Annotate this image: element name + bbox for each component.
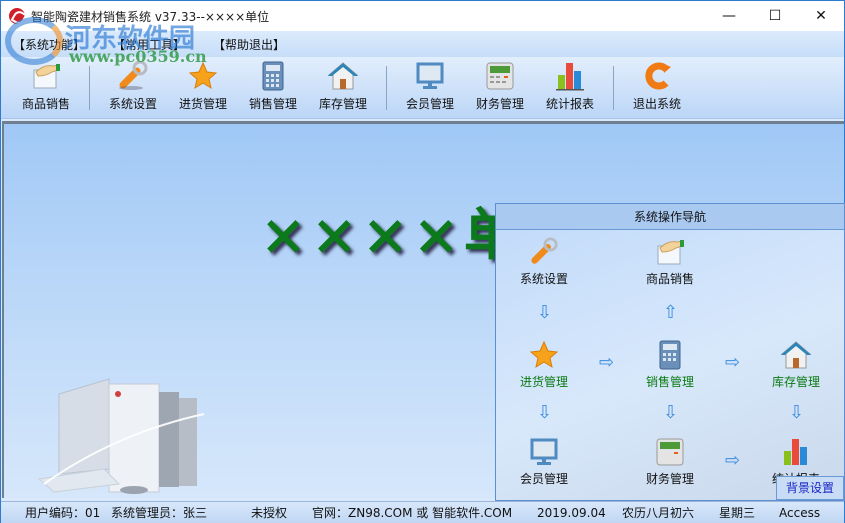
toolbar-label: 会员管理 [405, 97, 454, 111]
house-icon [326, 61, 360, 91]
status-license: 未授权 [251, 506, 288, 520]
toolbar-sales-button[interactable]: 销售管理 [238, 60, 308, 118]
monitor-icon [413, 61, 447, 91]
status-admin: 系统管理员：张三 [111, 506, 208, 520]
maximize-button[interactable]: ☐ [752, 1, 798, 31]
toolbar-label: 销售管理 [248, 97, 297, 111]
toolbar-product-sales-button[interactable]: 商品销售 [11, 60, 81, 118]
toolbar-label: 商品销售 [21, 97, 70, 111]
toolbar-label: 系统设置 [108, 97, 157, 111]
watermark-url: www.pc0359.cn [69, 47, 207, 66]
toolbar-separator [89, 66, 90, 110]
nav-sales[interactable]: 销售管理 [625, 339, 715, 390]
toolbar-label: 财务管理 [475, 97, 524, 111]
bar-chart-icon [780, 436, 812, 468]
close-button[interactable]: ✕ [798, 1, 844, 31]
navigation-panel: 系统操作导航 系统设置 商品销售 ⇩ ⇧ 进货管理 ⇨ 销售管理 ⇨ 库存管理 … [495, 203, 845, 501]
arrow-down-icon: ⇩ [789, 402, 805, 423]
toolbar-label: 进货管理 [178, 97, 227, 111]
wrench-icon [528, 236, 560, 268]
toolbar-inventory-button[interactable]: 库存管理 [308, 60, 378, 118]
hand-sale-icon [29, 61, 63, 91]
arrow-up-icon: ⇧ [663, 302, 679, 323]
calculator-icon [654, 339, 686, 371]
nav-product-sales[interactable]: 商品销售 [625, 236, 715, 287]
toolbar-system-settings-button[interactable]: 系统设置 [98, 60, 168, 118]
nav-members[interactable]: 会员管理 [499, 436, 589, 487]
toolbar-separator [386, 66, 387, 110]
background-settings-button[interactable]: 背景设置 [776, 476, 844, 500]
main-area: ××××单位 系统操作导航 系统设置 商品销售 ⇩ ⇧ 进货管理 ⇨ 销售管理 … [2, 121, 845, 501]
computer-illustration [37, 378, 205, 494]
toolbar-members-button[interactable]: 会员管理 [395, 60, 465, 118]
nav-system-settings[interactable]: 系统设置 [499, 236, 589, 287]
status-database: Access [779, 505, 821, 520]
watermark-logo-icon [5, 17, 63, 65]
toolbar-separator [613, 66, 614, 110]
nav-panel-title: 系统操作导航 [496, 204, 844, 230]
nav-finance[interactable]: 财务管理 [625, 436, 715, 487]
arrow-down-icon: ⇩ [537, 302, 553, 323]
exit-icon [640, 61, 674, 91]
monitor-icon [528, 436, 560, 468]
status-lunar-date: 农历八月初六 [622, 506, 695, 520]
status-user-code: 用户编码：01 [25, 506, 101, 520]
cash-register-icon [483, 61, 517, 91]
status-date: 2019.09.04 [537, 505, 606, 520]
status-bar: 用户编码：01 系统管理员：张三 未授权 官网：ZN98.COM 或 智能软件.… [1, 501, 844, 523]
arrow-right-icon: ⇨ [725, 450, 741, 471]
cash-register-icon [654, 436, 686, 468]
arrow-down-icon: ⇩ [663, 402, 679, 423]
toolbar-label: 统计报表 [545, 97, 594, 111]
star-icon [528, 339, 560, 371]
bar-chart-icon [553, 61, 587, 91]
toolbar-exit-button[interactable]: 退出系统 [622, 60, 692, 118]
status-weekday: 星期三 [719, 506, 756, 520]
arrow-right-icon: ⇨ [599, 352, 615, 373]
nav-purchase[interactable]: 进货管理 [499, 339, 589, 390]
toolbar-purchase-button[interactable]: 进货管理 [168, 60, 238, 118]
toolbar-label: 库存管理 [318, 97, 367, 111]
arrow-right-icon: ⇨ [725, 352, 741, 373]
toolbar: 商品销售 系统设置 进货管理 销售管理 库存管理 会员管理 财务管理 统计报表 … [1, 57, 844, 119]
house-icon [780, 339, 812, 371]
toolbar-label: 退出系统 [632, 97, 681, 111]
minimize-button[interactable]: — [706, 1, 752, 31]
status-website: 官网：ZN98.COM 或 智能软件.COM [312, 506, 513, 520]
toolbar-finance-button[interactable]: 财务管理 [465, 60, 535, 118]
arrow-down-icon: ⇩ [537, 402, 553, 423]
calculator-icon [256, 61, 290, 91]
app-window: 智能陶瓷建材销售系统 v37.33--××××单位 — ☐ ✕ 【系统功能】 【… [0, 0, 845, 523]
hand-sale-icon [654, 236, 686, 268]
toolbar-reports-button[interactable]: 统计报表 [535, 60, 605, 118]
menu-help-exit[interactable]: 【帮助退出】 [213, 36, 285, 53]
nav-inventory[interactable]: 库存管理 [751, 339, 841, 390]
